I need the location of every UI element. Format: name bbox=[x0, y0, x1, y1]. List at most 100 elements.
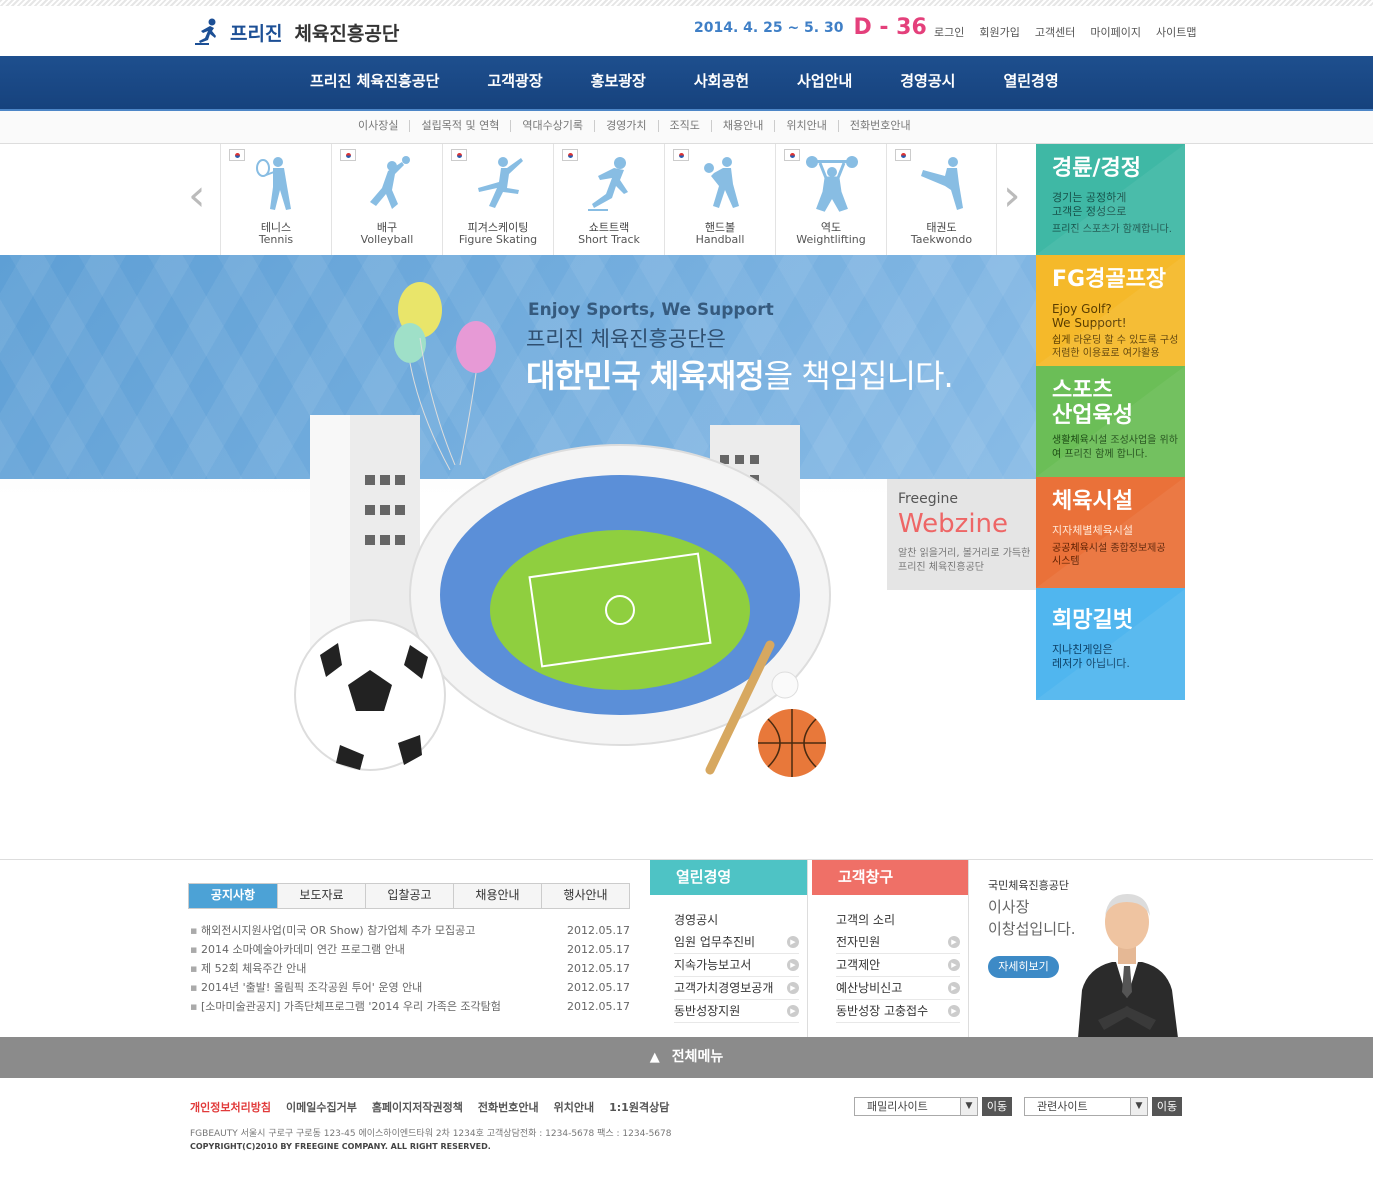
sport-tile-handball[interactable]: 핸드볼 Handball bbox=[664, 144, 775, 255]
open-management-title: 열린경영 bbox=[650, 860, 807, 895]
family-site-selector: 패밀리사이트 ▼ 이동 bbox=[854, 1097, 1012, 1116]
tab-press[interactable]: 보도자료 bbox=[277, 884, 365, 908]
chevron-up-icon: ▲ bbox=[649, 1050, 660, 1065]
tab-bid[interactable]: 입찰공고 bbox=[365, 884, 453, 908]
carousel-prev-icon[interactable]: ‹ bbox=[188, 174, 212, 218]
related-site-go-button[interactable]: 이동 bbox=[1152, 1097, 1182, 1116]
weightlifting-icon bbox=[806, 156, 858, 212]
family-site-select[interactable]: 패밀리사이트 ▼ bbox=[854, 1097, 978, 1116]
ceo-more-button[interactable]: 자세히보기 bbox=[988, 956, 1059, 978]
related-site-select[interactable]: 관련사이트 ▼ bbox=[1024, 1097, 1148, 1116]
remote-support-link[interactable]: 1:1원격상담 bbox=[609, 1099, 669, 1115]
open-link[interactable]: 임원 업무추진비 ▶ bbox=[674, 931, 799, 954]
customer-link-label: 고객의 소리 bbox=[836, 912, 896, 927]
panel-desc-line: 레저가 아닙니다. bbox=[1052, 657, 1130, 670]
subnav-item[interactable]: 역대수상기록 bbox=[510, 120, 594, 132]
top-stripe bbox=[0, 0, 1373, 6]
footer-copyright: COPYRIGHT(C)2010 BY FREEGINE COMPANY. AL… bbox=[190, 1142, 491, 1151]
tab-events[interactable]: 행사안내 bbox=[541, 884, 629, 908]
location-link[interactable]: 위치안내 bbox=[554, 1099, 594, 1115]
gnb-item-social[interactable]: 사회공헌 bbox=[670, 56, 773, 109]
tab-recruit[interactable]: 채용안내 bbox=[453, 884, 541, 908]
webzine-box[interactable]: Freegine Webzine 알찬 읽을거리, 볼거리로 가득한 프리진 체… bbox=[887, 479, 1036, 590]
panel-hope[interactable]: 희망길벗 지나친게임은 레저가 아닙니다. bbox=[1036, 588, 1185, 700]
tab-notice[interactable]: 공지사항 bbox=[189, 884, 277, 908]
panel-title: 희망길벗 bbox=[1052, 608, 1133, 633]
all-menu-bar[interactable]: ▲ 전체메뉴 bbox=[0, 1037, 1373, 1078]
sport-tile-figure-skating[interactable]: 피겨스케이팅 Figure Skating bbox=[442, 144, 553, 255]
subnav-item[interactable]: 채용안내 bbox=[710, 120, 774, 132]
notice-title: 해외전시지원사업(미국 OR Show) 참가업체 추가 모집공고 bbox=[190, 921, 550, 940]
panel-facilities[interactable]: 체육시설 지자체별체육시설 공공체육시설 종합정보제공 시스템 bbox=[1036, 477, 1185, 588]
sport-tile-short-track[interactable]: 쇼트트랙 Short Track bbox=[553, 144, 664, 255]
customer-center-link[interactable]: 고객센터 bbox=[1035, 24, 1075, 40]
list-item[interactable]: 제 52회 체육주간 안내 2012.05.17 bbox=[190, 959, 630, 978]
notice-title: 2014 소마예술아카데미 연간 프로그램 안내 bbox=[190, 940, 550, 959]
email-refusal-link[interactable]: 이메일수집거부 bbox=[286, 1099, 357, 1115]
panel-desc-line: 프리진 스포츠가 함께합니다. bbox=[1052, 224, 1172, 235]
gnb-item-disclosure[interactable]: 경영공시 bbox=[876, 56, 979, 109]
panel-title: 체육시설 bbox=[1052, 489, 1133, 514]
open-link[interactable]: 지속가능보고서 ▶ bbox=[674, 954, 799, 977]
gnb-item-open-management[interactable]: 열린경영 bbox=[979, 56, 1082, 109]
customer-link-label: 동반성장 고충접수 bbox=[836, 1004, 929, 1018]
main-navigation: 프리진 체육진흥공단 고객광장 홍보광장 사회공헌 사업안내 경영공시 열린경영 bbox=[0, 56, 1373, 111]
bottom-section: 공지사항 보도자료 입찰공고 채용안내 행사안내 해외전시지원사업(미국 OR … bbox=[0, 859, 1373, 1038]
sport-en-label: Short Track bbox=[578, 233, 640, 246]
list-item[interactable]: [소마미술관공지] 가족단체프로그램 '2014 우리 가족은 조각탐험 2012… bbox=[190, 997, 630, 1016]
open-link-label: 동반성장지원 bbox=[674, 1004, 741, 1018]
copyright-policy-link[interactable]: 홈페이지저작권정책 bbox=[372, 1099, 463, 1115]
gnb-item-pr[interactable]: 홍보광장 bbox=[567, 56, 670, 109]
site-logo[interactable]: 프리진 체육진흥공단 bbox=[192, 16, 399, 48]
panel-desc-line: 쉽게 라운딩 할 수 있도록 구성 bbox=[1052, 335, 1179, 346]
notice-date: 2012.05.17 bbox=[567, 1000, 630, 1013]
open-link[interactable]: 경영공시 bbox=[674, 908, 799, 931]
list-item[interactable]: 해외전시지원사업(미국 OR Show) 참가업체 추가 모집공고 2012.05… bbox=[190, 921, 630, 940]
customer-link[interactable]: 고객제안 ▶ bbox=[836, 954, 960, 977]
customer-window-title: 고객창구 bbox=[812, 860, 968, 895]
panel-racing[interactable]: 경륜/경정 경기는 공정하게 고객은 정성으로 프리진 스포츠가 함께합니다. bbox=[1036, 144, 1185, 255]
gnb-item-customer[interactable]: 고객광장 bbox=[463, 56, 566, 109]
panel-sports-industry[interactable]: 스포츠 산업육성 생활체육시설 조성사업을 위하 여 프리진 함께 합니다. bbox=[1036, 366, 1185, 477]
carousel-next-icon[interactable]: › bbox=[1003, 174, 1027, 218]
phone-guide-link[interactable]: 전화번호안내 bbox=[478, 1099, 539, 1115]
customer-link[interactable]: 전자민원 ▶ bbox=[836, 931, 960, 954]
family-site-go-button[interactable]: 이동 bbox=[982, 1097, 1012, 1116]
sitemap-link[interactable]: 사이트맵 bbox=[1156, 24, 1196, 40]
mypage-link[interactable]: 마이페이지 bbox=[1090, 24, 1141, 40]
list-item[interactable]: 2014년 '출발! 올림픽 조각공원 투어' 운영 안내 2012.05.17 bbox=[190, 978, 630, 997]
hero-subtitle: 프리진 체육진흥공단은 bbox=[526, 327, 726, 351]
open-link[interactable]: 고객가치경영보공개 ▶ bbox=[674, 977, 799, 1000]
gnb-item-business[interactable]: 사업안내 bbox=[773, 56, 876, 109]
join-link[interactable]: 회원가입 bbox=[979, 24, 1019, 40]
customer-link[interactable]: 고객의 소리 bbox=[836, 908, 960, 931]
subnav-item[interactable]: 이사장실 bbox=[358, 120, 409, 132]
sport-tile-tennis[interactable]: 테니스 Tennis bbox=[220, 144, 331, 255]
korea-flag-icon bbox=[784, 149, 800, 161]
subnav-item[interactable]: 위치안내 bbox=[774, 120, 837, 132]
sport-en-label: Weightlifting bbox=[796, 233, 866, 246]
subnav-item[interactable]: 전화번호안내 bbox=[837, 120, 922, 132]
privacy-policy-link[interactable]: 개인정보처리방침 bbox=[190, 1099, 271, 1115]
panel-desc-line: We Support! bbox=[1052, 316, 1127, 330]
subnav-item[interactable]: 경영가치 bbox=[594, 120, 657, 132]
gnb-item-foundation[interactable]: 프리진 체육진흥공단 bbox=[300, 56, 463, 109]
subnav-item[interactable]: 설립목적 및 연혁 bbox=[409, 120, 510, 132]
open-management-box: 열린경영 경영공시 임원 업무추진비 ▶ 지속가능보고서 ▶ 고객가치경영보공개 ▶ … bbox=[650, 860, 808, 1038]
notice-date: 2012.05.17 bbox=[567, 924, 630, 937]
customer-link[interactable]: 동반성장 고충접수 ▶ bbox=[836, 1000, 960, 1023]
sport-tile-volleyball[interactable]: 배구 Volleyball bbox=[331, 144, 442, 255]
customer-link[interactable]: 예산낭비신고 ▶ bbox=[836, 977, 960, 1000]
sport-tile-taekwondo[interactable]: 태권도 Taekwondo bbox=[886, 144, 997, 255]
notice-date: 2012.05.17 bbox=[567, 943, 630, 956]
login-link[interactable]: 로그인 bbox=[934, 24, 964, 40]
panel-golf[interactable]: FG경골프장 Ejoy Golf? We Support! 쉽게 라운딩 할 수… bbox=[1036, 255, 1185, 366]
open-link-label: 임원 업무추진비 bbox=[674, 935, 756, 949]
list-item[interactable]: 2014 소마예술아카데미 연간 프로그램 안내 2012.05.17 bbox=[190, 940, 630, 959]
korea-flag-icon bbox=[673, 149, 689, 161]
korea-flag-icon bbox=[562, 149, 578, 161]
open-link[interactable]: 동반성장지원 ▶ bbox=[674, 1000, 799, 1023]
sport-tile-weightlifting[interactable]: 역도 Weightlifting bbox=[775, 144, 886, 255]
panel-desc: 공공체육시설 종합정보제공 시스템 bbox=[1052, 542, 1185, 568]
subnav-item[interactable]: 조직도 bbox=[657, 120, 711, 132]
